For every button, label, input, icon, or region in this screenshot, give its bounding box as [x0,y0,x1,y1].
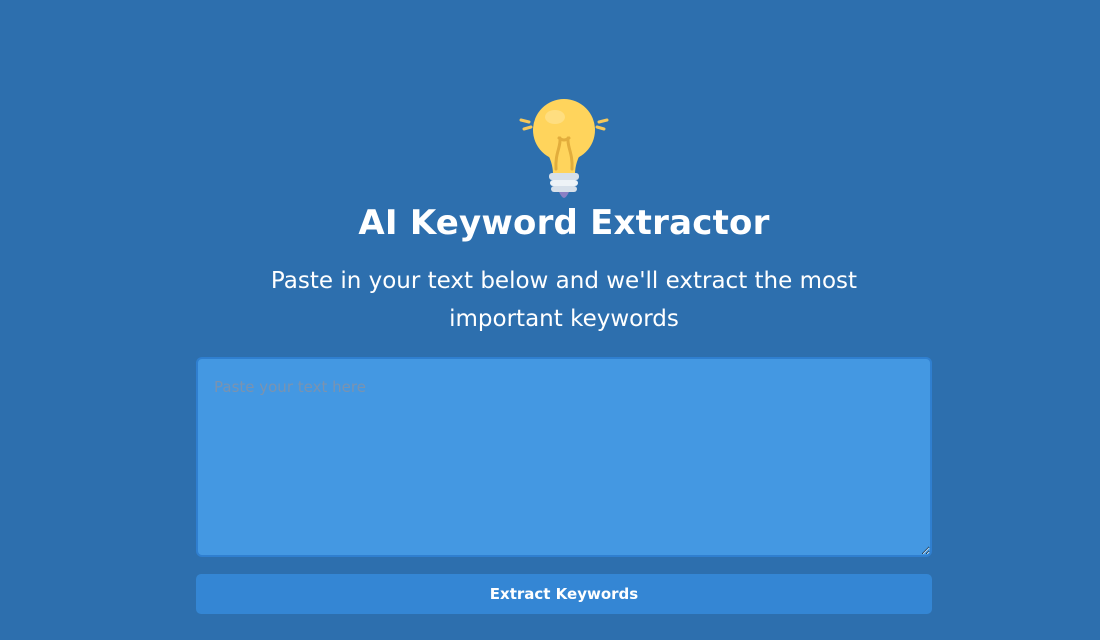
keyword-extractor-page: AI Keyword Extractor Paste in your text … [0,0,1100,640]
text-input[interactable] [196,357,932,557]
page-title: AI Keyword Extractor [358,203,770,243]
page-subtitle: Paste in your text below and we'll extra… [270,268,858,332]
lightbulb-icon [519,99,609,198]
extract-keywords-button[interactable]: Extract Keywords [196,574,932,614]
text-input-container [196,357,932,557]
